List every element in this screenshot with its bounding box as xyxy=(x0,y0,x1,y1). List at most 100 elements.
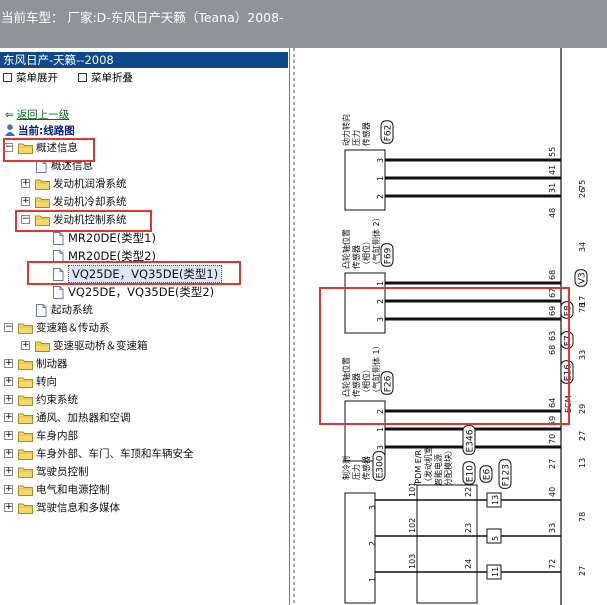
expand-all-button[interactable]: 菜单展开 xyxy=(3,72,58,84)
person-icon xyxy=(5,124,15,136)
tree-item[interactable]: + 驾驶员控制 xyxy=(0,463,288,481)
wiring-diagram-canvas: 动力转向 压力 传感器 F623551412314875凸轮轴位置 传感器 （相位） （气缸… xyxy=(293,48,588,605)
back-link-label[interactable]: 返回上一级 xyxy=(17,109,70,121)
expand-toggle-icon[interactable]: + xyxy=(4,359,13,368)
ecm-pin-number: 48 xyxy=(548,208,557,218)
title-bar: 当前车型： 厂家:D-东风日产天籁（Teana）2008- xyxy=(0,0,607,48)
tree-item-label: 约束系统 xyxy=(36,394,78,406)
tree-item[interactable]: VQ25DE，VQ35DE(类型2) xyxy=(0,283,288,301)
title-bar-text: 当前车型： 厂家:D-东风日产天籁（Teana）2008- xyxy=(1,10,284,25)
pin-number: 1 xyxy=(376,427,385,432)
ipdm-pin-number: 101 xyxy=(408,482,417,497)
arrow-left-icon: ⇐ xyxy=(5,109,14,121)
ecm-pin-number: 27 xyxy=(548,459,557,469)
collapse-all-icon xyxy=(78,73,87,82)
tree-item[interactable]: − 发动机控制系统 xyxy=(0,211,288,229)
wire-number: 70 xyxy=(548,434,557,444)
current-location-label: 当前:线路图 xyxy=(18,125,75,137)
sensor-label-text: 传感器 xyxy=(351,245,361,269)
ipdm-label-text: （发动机室 xyxy=(423,446,433,486)
expand-toggle-icon[interactable]: + xyxy=(21,197,30,206)
expand-toggle-icon[interactable]: + xyxy=(4,485,13,494)
grid-ref-number: 17 xyxy=(578,296,587,306)
sensor-label-text: （气缸侧体 1） xyxy=(371,341,381,397)
grid-ref-number: 34 xyxy=(578,242,587,252)
tree-item-label: 转向 xyxy=(36,376,57,388)
wire-number: 33 xyxy=(548,523,557,533)
ipdm-box xyxy=(416,484,478,604)
tree-item[interactable]: VQ25DE，VQ35DE(类型1) xyxy=(0,265,288,283)
tree-item-label: 起动系统 xyxy=(51,304,93,316)
pin-number: 3 xyxy=(376,445,385,450)
tree-item[interactable]: + 电气和电源控制 xyxy=(0,481,288,499)
collapse-all-label: 菜单折叠 xyxy=(91,72,133,84)
ecm-pin-number: 68 xyxy=(548,345,557,355)
tree-item[interactable]: + 转向 xyxy=(0,373,288,391)
current-location: 当前:线路图 xyxy=(5,123,75,138)
tree-item[interactable]: − 变速箱＆传动系 xyxy=(0,319,288,337)
collapse-all-button[interactable]: 菜单折叠 xyxy=(78,72,133,84)
right-ref-number: 27 xyxy=(578,431,587,441)
tree-item[interactable]: MR20DE(类型2) xyxy=(0,247,288,265)
tree-item-label: 电气和电源控制 xyxy=(36,484,110,496)
wire-number: 41 xyxy=(548,165,557,175)
expand-all-label: 菜单展开 xyxy=(16,72,58,84)
collapse-toggle-icon[interactable]: − xyxy=(4,323,13,332)
tree-item[interactable]: − 概述信息 xyxy=(0,139,288,157)
tree-item[interactable]: + 驾驶信息和多媒体 xyxy=(0,499,288,517)
ipdm-pin-number: 103 xyxy=(408,554,417,569)
tree-item[interactable]: + 发动机润滑系统 xyxy=(0,175,288,193)
sensor-label-text: 压力 xyxy=(351,130,361,146)
sensor-label-text: （相位） xyxy=(361,237,371,269)
sensor-connector-code: F26 xyxy=(384,375,394,392)
wiring-diagram[interactable]: 动力转向 压力 传感器 F62 3 55 1 41 2 31 48 75 凸轮轴位置 传感器 （相位） （气缸… xyxy=(291,48,607,605)
connector-badge: E16 xyxy=(564,364,574,381)
expand-all-icon xyxy=(3,73,12,82)
sensor-connector-code: F62 xyxy=(384,125,394,142)
tree-item[interactable]: + 发动机冷却系统 xyxy=(0,193,288,211)
pin-number: 3 xyxy=(368,505,377,510)
tree-item-label: 概述信息 xyxy=(36,142,78,154)
expand-toggle-icon[interactable]: + xyxy=(4,467,13,476)
grid-ref-number: 78 xyxy=(578,512,587,522)
back-link[interactable]: ⇐ 返回上一级 xyxy=(5,107,69,122)
tree-item-label: 驾驶信息和多媒体 xyxy=(36,502,120,514)
tree-item[interactable]: 概述信息 xyxy=(0,157,288,175)
tree-item[interactable]: + 通风、加热器和空调 xyxy=(0,409,288,427)
wire-number: 72 xyxy=(548,559,557,569)
wire-number: 69 xyxy=(548,306,557,316)
expand-toggle-icon[interactable]: + xyxy=(4,449,13,458)
ipdm-label-text: 智能电源 xyxy=(433,454,443,486)
refrigerant-label-text: 传感器 xyxy=(361,456,371,480)
sensor-label-text: 传感器 xyxy=(361,122,371,146)
pin-number: 2 xyxy=(376,194,385,199)
tree-item-label: MR20DE(类型1) xyxy=(68,231,156,245)
tree-item[interactable]: + 车身内部 xyxy=(0,427,288,445)
connector-badge: V3 xyxy=(578,272,588,284)
expand-toggle-icon[interactable]: + xyxy=(4,413,13,422)
grid-ref-number: 27 xyxy=(578,566,587,576)
pin-number: 2 xyxy=(368,541,377,546)
tree-item-label: 车身内部 xyxy=(36,430,78,442)
tree-item[interactable]: MR20DE(类型1) xyxy=(0,229,288,247)
tree-item-label: MR20DE(类型2) xyxy=(68,249,156,263)
tree-item[interactable]: 起动系统 xyxy=(0,301,288,319)
connector-badge: E10 xyxy=(466,465,476,482)
expand-toggle-icon[interactable]: + xyxy=(4,503,13,512)
collapse-toggle-icon[interactable]: − xyxy=(21,215,30,224)
tree-item[interactable]: + 变速驱动桥＆变速箱 xyxy=(0,337,288,355)
sensor-label-text: 传感器 xyxy=(351,373,361,397)
connector-badge: F7 xyxy=(564,335,574,346)
expand-toggle-icon[interactable]: + xyxy=(21,179,30,188)
ecm-pin-number: 63 xyxy=(548,331,557,341)
expand-toggle-icon[interactable]: + xyxy=(4,377,13,386)
expand-toggle-icon[interactable]: + xyxy=(4,395,13,404)
tree-item-label: 变速箱＆传动系 xyxy=(36,322,110,334)
expand-toggle-icon[interactable]: + xyxy=(21,341,30,350)
expand-toggle-icon[interactable]: + xyxy=(4,431,13,440)
collapse-toggle-icon[interactable]: − xyxy=(4,143,13,152)
tree-item[interactable]: + 制动器 xyxy=(0,355,288,373)
tree-item[interactable]: + 约束系统 xyxy=(0,391,288,409)
ipdm-wire-number: 22 xyxy=(464,487,473,497)
tree-item[interactable]: + 车身外部、车门、车顶和车辆安全 xyxy=(0,445,288,463)
